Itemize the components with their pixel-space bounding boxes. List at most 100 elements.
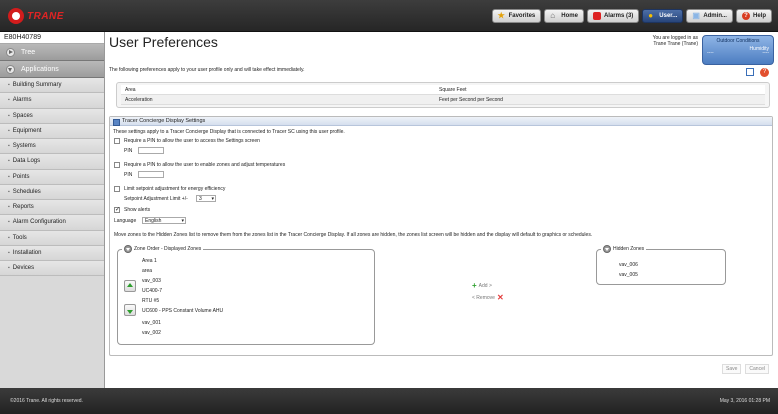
tree-label: Tree — [21, 48, 36, 56]
page-help-icon[interactable]: ? — [760, 68, 769, 77]
limit-setpoint-label: Limit setpoint adjustment for energy eff… — [124, 186, 226, 192]
up-arrow-icon — [127, 283, 133, 287]
sidebar-item-devices[interactable]: Devices — [0, 261, 104, 277]
displayed-zones-title: Zone Order - Displayed Zones — [134, 246, 202, 252]
sidebar-item-systems[interactable]: Systems — [0, 139, 104, 155]
concierge-panel-header: Tracer Concierge Display Settings — [110, 117, 772, 126]
remove-label: < Remove — [472, 294, 495, 301]
expand-icon — [6, 47, 15, 57]
pin-settings-checkbox[interactable] — [114, 138, 120, 144]
collapse-icon[interactable] — [124, 245, 132, 253]
move-up-button[interactable] — [124, 280, 136, 292]
add-label: Add > — [478, 282, 492, 289]
hidden-zones-list[interactable]: Hidden Zones vav_006 vav_005 — [596, 245, 726, 285]
preference-name: Acceleration — [125, 97, 153, 103]
zones-pin-input[interactable] — [138, 171, 164, 178]
settings-pin-input[interactable] — [138, 147, 164, 154]
setpoint-limit-select[interactable]: 3 — [196, 195, 216, 202]
sidebar-item-reports[interactable]: Reports — [0, 200, 104, 216]
list-item[interactable]: vav_001 — [142, 320, 161, 326]
sidebar-tree-header[interactable]: Tree — [0, 44, 104, 61]
preference-value: Square Feet — [439, 87, 467, 93]
list-item[interactable]: vav_003 — [142, 278, 161, 284]
move-down-button[interactable] — [124, 304, 136, 316]
pin-zones-label: Require a PIN to allow the user to enabl… — [124, 162, 286, 168]
list-item[interactable]: vav_006 — [619, 262, 638, 268]
outdoor-temp-value: ---- — [707, 50, 714, 56]
pin-zones-checkbox[interactable] — [114, 162, 120, 168]
sidebar: E80H40789 Tree Applications Building Sum… — [0, 32, 105, 388]
list-item[interactable]: vav_005 — [619, 272, 638, 278]
footer: ©2016 Trane. All rights reserved. May 3,… — [0, 388, 778, 414]
admin-button[interactable]: ▣ Admin... — [686, 9, 733, 23]
plus-icon: + — [472, 281, 477, 290]
table-row[interactable]: Acceleration Feet per Second per Second — [121, 95, 765, 105]
list-item[interactable]: RTU #5 — [142, 298, 159, 304]
sidebar-item-alarms[interactable]: Alarms — [0, 93, 104, 109]
sidebar-item-spaces[interactable]: Spaces — [0, 108, 104, 124]
admin-label: Admin... — [703, 13, 727, 19]
sidebar-item-installation[interactable]: Installation — [0, 245, 104, 261]
save-button[interactable]: Save — [722, 364, 742, 374]
remove-button[interactable]: < Remove ✕ — [472, 293, 504, 302]
list-item[interactable]: UC400-7 — [142, 288, 162, 294]
site-name: E80H40789 — [0, 32, 104, 44]
footer-date: May 3, 2016 01:28 PM — [719, 398, 770, 404]
sidebar-item-building-summary[interactable]: Building Summary — [0, 78, 104, 94]
limit-setpoint-checkbox[interactable] — [114, 186, 120, 192]
language-label: Language — [114, 218, 137, 224]
table-row[interactable]: Area Square Feet — [121, 85, 765, 95]
favorites-button[interactable]: ★ Favorites — [491, 9, 542, 23]
trane-logo[interactable]: TRANE — [8, 8, 64, 24]
concierge-description: These settings apply to a Tracer Concier… — [113, 129, 345, 135]
sidebar-item-tools[interactable]: Tools — [0, 230, 104, 246]
main-content: User Preferences You are logged in as Tr… — [106, 32, 778, 388]
setpoint-limit-label: Setpoint Adjustment Limit +/- — [124, 196, 188, 202]
close-icon: ✕ — [496, 293, 504, 302]
list-item[interactable]: Area 1 — [142, 258, 157, 264]
top-nav: ★ Favorites ⌂ Home Alarms (3) ● User... … — [491, 9, 772, 23]
top-bar: TRANE ★ Favorites ⌂ Home Alarms (3) ● Us… — [0, 0, 778, 32]
outdoor-conditions-widget[interactable]: Outdoor Conditions Humidity ---- ---- — [702, 35, 774, 65]
sidebar-item-equipment[interactable]: Equipment — [0, 123, 104, 139]
collapse-icon — [6, 64, 15, 74]
home-label: Home — [561, 13, 578, 19]
logged-in-info: You are logged in as Trane Trane (Trane) — [646, 35, 698, 47]
hidden-zones-title: Hidden Zones — [613, 246, 645, 252]
logo-text: TRANE — [27, 10, 64, 22]
displayed-zones-list[interactable]: Zone Order - Displayed Zones Area 1 area… — [117, 245, 375, 345]
show-alerts-label: Show alerts — [124, 207, 151, 213]
user-button[interactable]: ● User... — [642, 9, 684, 23]
sidebar-item-schedules[interactable]: Schedules — [0, 184, 104, 200]
language-select[interactable]: English — [142, 217, 186, 224]
displayed-zones-legend: Zone Order - Displayed Zones — [122, 245, 204, 253]
sidebar-applications-header[interactable]: Applications — [0, 61, 104, 78]
preference-value: Feet per Second per Second — [439, 97, 503, 103]
down-arrow-icon — [127, 310, 133, 314]
add-button[interactable]: + Add > — [472, 281, 492, 290]
sidebar-item-points[interactable]: Points — [0, 169, 104, 185]
home-button[interactable]: ⌂ Home — [544, 9, 584, 23]
trane-logo-icon — [8, 8, 24, 24]
sidebar-item-data-logs[interactable]: Data Logs — [0, 154, 104, 170]
page-title: User Preferences — [109, 34, 218, 50]
sidebar-item-alarm-configuration[interactable]: Alarm Configuration — [0, 215, 104, 231]
pin-settings-label: Require a PIN to allow the user to acces… — [124, 138, 260, 144]
help-button[interactable]: ? Help — [735, 9, 772, 23]
show-alerts-checkbox[interactable] — [114, 206, 120, 213]
cancel-button[interactable]: Cancel — [745, 364, 769, 374]
help-icon: ? — [741, 12, 750, 20]
user-label: User... — [659, 13, 678, 19]
outdoor-title: Outdoor Conditions — [716, 38, 760, 44]
collapse-icon[interactable] — [603, 245, 611, 253]
alarm-icon — [592, 12, 601, 20]
hidden-zones-legend: Hidden Zones — [601, 245, 647, 253]
list-item[interactable]: area — [142, 268, 152, 274]
list-item[interactable]: vav_002 — [142, 330, 161, 336]
home-icon: ⌂ — [550, 11, 556, 20]
outdoor-humidity-value: ---- — [762, 50, 769, 56]
alarms-button[interactable]: Alarms (3) — [586, 9, 640, 23]
expand-window-icon[interactable] — [746, 68, 754, 76]
list-item[interactable]: UC600 - PPS Constant Volume AHU — [142, 308, 223, 314]
preferences-table: Area Square Feet Acceleration Feet per S… — [116, 82, 770, 108]
